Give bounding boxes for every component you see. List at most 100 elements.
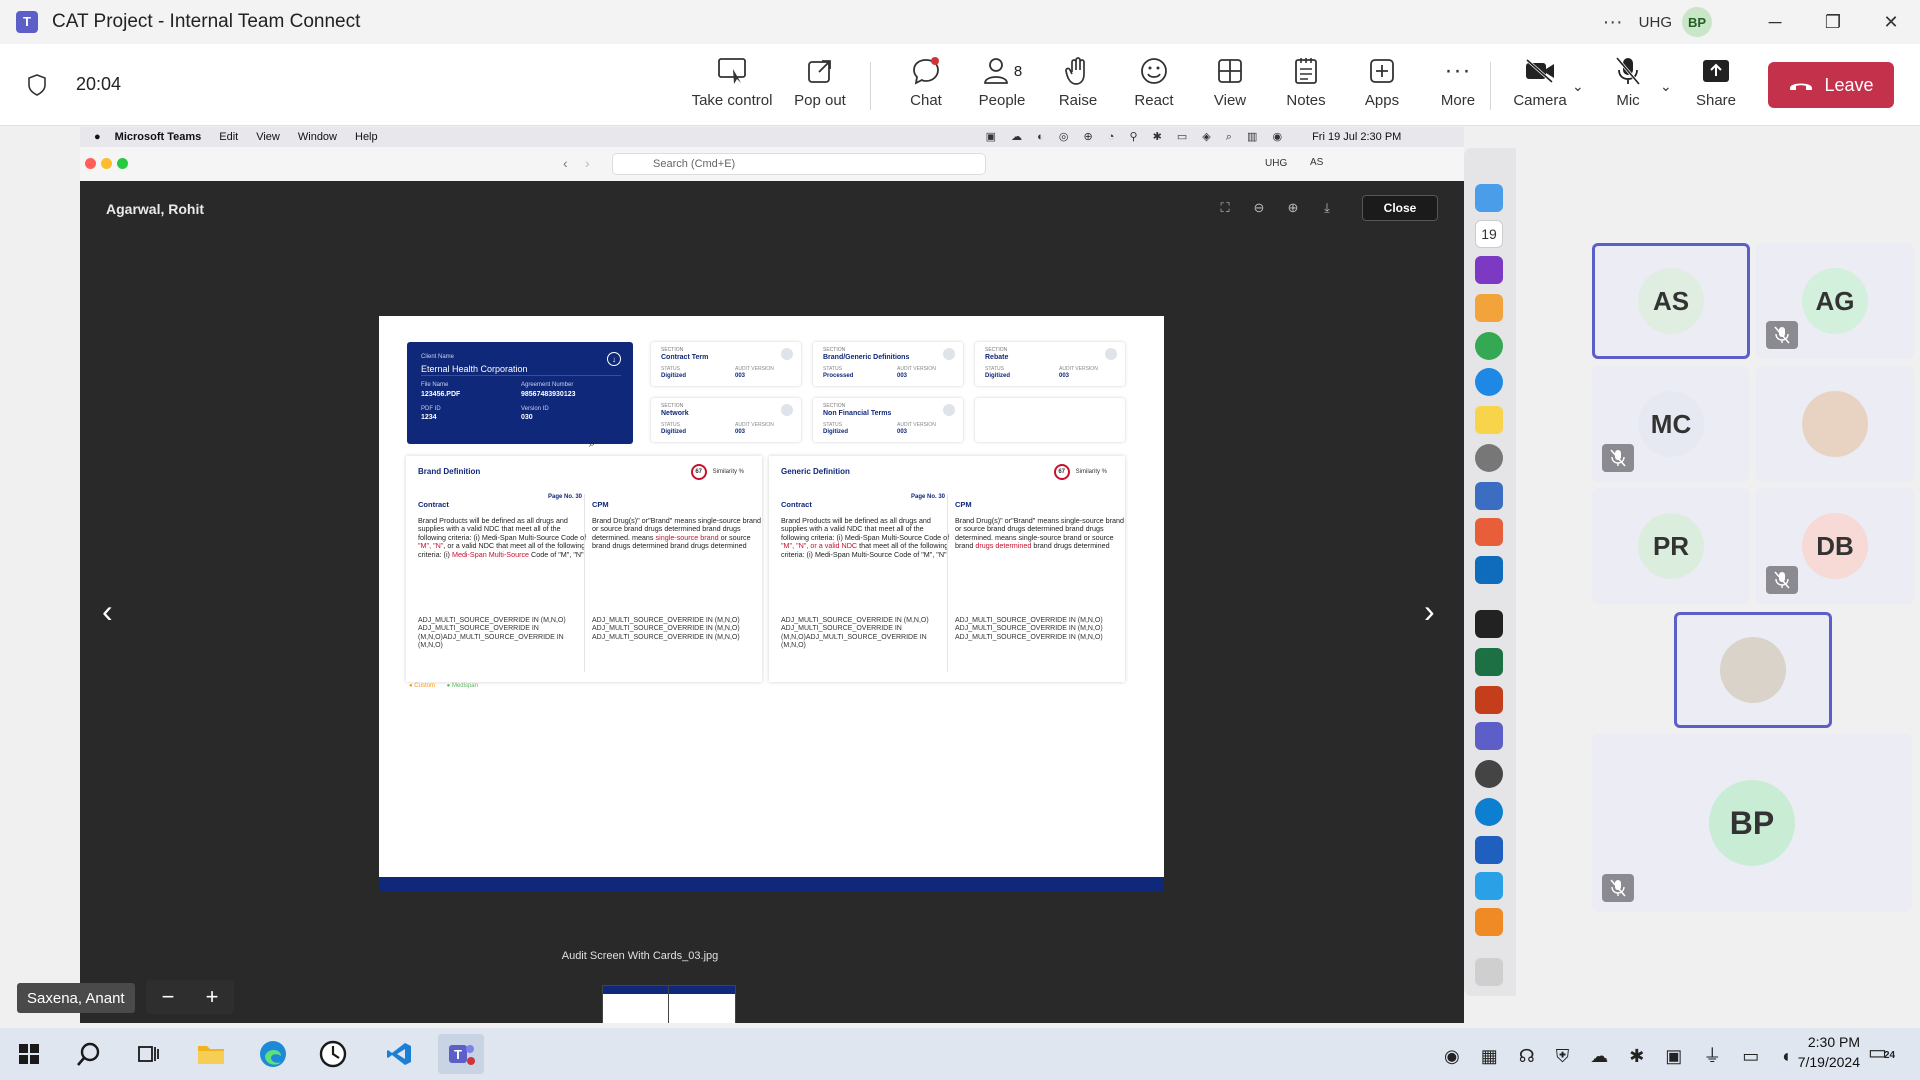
clock-taskbar-icon[interactable]: [310, 1034, 356, 1074]
pop-out-label: Pop out: [794, 92, 846, 109]
pdf-id: 1234: [421, 414, 437, 421]
raise-button[interactable]: Raise: [1042, 54, 1114, 118]
terminal-icon: [1475, 610, 1503, 638]
camera-off-icon: [1524, 54, 1556, 88]
status-label: STATUS: [985, 366, 1004, 372]
windows-start-icon[interactable]: [6, 1034, 52, 1074]
task-view-icon[interactable]: [126, 1034, 172, 1074]
camera-button[interactable]: Camera: [1504, 54, 1576, 118]
zoom-in-icon: ⊕: [1287, 200, 1299, 215]
section-label: SECTION: [823, 347, 846, 353]
presenter-name: Saxena, Anant: [17, 983, 135, 1013]
magnifier-cursor-icon: ⌕: [589, 438, 596, 450]
file-name: 123456.PDF: [421, 391, 461, 398]
meeting-timer: 20:04: [76, 74, 122, 94]
section-title: Non Financial Terms: [823, 410, 892, 417]
pdf-id-label: PDF ID: [421, 406, 441, 412]
cpm-column: CPM Brand Drug(s)" or"Brand" means singl…: [592, 494, 762, 641]
status-label: STATUS: [823, 366, 842, 372]
take-control-button[interactable]: Take control: [686, 54, 778, 118]
status-value: Processed: [823, 373, 854, 379]
cpm-text: Brand Drug(s)" or"Brand" means single-so…: [592, 516, 762, 551]
react-button[interactable]: React: [1118, 54, 1190, 118]
inner-org: UHG: [1265, 158, 1288, 169]
text-run: Code of "M", "N": [529, 549, 584, 559]
mic-muted-icon: [1766, 566, 1798, 594]
notes-label: Notes: [1286, 92, 1326, 109]
participant-tile[interactable]: BP: [1592, 734, 1912, 912]
notes-button[interactable]: Notes: [1270, 54, 1342, 118]
participant-avatar: AS: [1638, 268, 1704, 334]
camera-options-chevron-icon[interactable]: ⌄: [1572, 78, 1584, 95]
mic-muted-icon: [1602, 874, 1634, 902]
chat-button[interactable]: Chat: [890, 54, 962, 118]
mic-button[interactable]: Mic: [1592, 54, 1664, 118]
pop-out-button[interactable]: Pop out: [784, 54, 856, 118]
chat-icon: [911, 54, 941, 88]
participant-tile[interactable]: PR: [1592, 488, 1750, 604]
apps-button[interactable]: Apps: [1346, 54, 1418, 118]
trash-icon: [1475, 958, 1503, 986]
mic-off-icon: [1615, 54, 1641, 88]
contract-column: Contract Page No. 30 Brand Products will…: [781, 494, 951, 649]
participant-tile[interactable]: AS: [1592, 243, 1750, 359]
participant-tile[interactable]: DB: [1756, 488, 1914, 604]
panel-title: Generic Definition: [781, 467, 850, 476]
mic-options-chevron-icon[interactable]: ⌄: [1660, 78, 1672, 95]
more-button[interactable]: ··· More: [1422, 54, 1494, 118]
participant-tile[interactable]: MC: [1592, 366, 1750, 482]
participant-tile[interactable]: [1756, 366, 1914, 482]
similarity-label: Similarity %: [1075, 469, 1107, 475]
participant-tile[interactable]: AG: [1756, 243, 1914, 359]
more-label: More: [1440, 92, 1476, 109]
audit-value: 003: [897, 373, 908, 379]
audit-label: AUDIT VERSION: [897, 366, 936, 372]
people-button[interactable]: 8 People: [966, 54, 1038, 118]
fit-icon: ⛶: [1220, 200, 1230, 215]
mac-menu-item: Window: [297, 131, 337, 143]
audit-label: AUDIT VERSION: [735, 422, 774, 428]
chrome-icon: [1475, 332, 1503, 360]
mac-menu-item: Edit: [219, 131, 239, 143]
text-run: Brand Products will be defined as all dr…: [781, 516, 950, 542]
teams-taskbar-icon[interactable]: T: [438, 1034, 484, 1074]
section-title: Contract Term: [661, 354, 709, 361]
participant-tile[interactable]: [1674, 612, 1832, 728]
minimize-button[interactable]: ─: [1746, 0, 1804, 44]
zoom-out-icon: ⊖: [1253, 200, 1265, 215]
notes-icon: [1294, 54, 1318, 88]
section-label: SECTION: [985, 347, 1008, 353]
participant-avatar: [1802, 391, 1868, 457]
close-window-button[interactable]: ✕: [1862, 0, 1920, 44]
legend-custom: Custom: [414, 683, 435, 689]
clock-time: 2:30 PM: [1807, 1034, 1860, 1050]
view-button[interactable]: View: [1194, 54, 1266, 118]
zoom-in-button[interactable]: +: [206, 984, 219, 1010]
more-options-icon[interactable]: ···: [1603, 11, 1623, 34]
taskbar-clock[interactable]: 2:30 PM 7/19/2024: [1750, 1032, 1860, 1072]
next-image-icon: ›: [1424, 593, 1435, 629]
apple-icon: ●: [94, 131, 101, 143]
user-avatar[interactable]: BP: [1682, 7, 1712, 37]
participant-avatar: AG: [1802, 268, 1868, 334]
similarity-badge: 67 Similarity %: [1053, 464, 1107, 480]
hang-up-icon: [1788, 75, 1814, 96]
edge-taskbar-icon[interactable]: [250, 1034, 296, 1074]
restore-button[interactable]: ❐: [1804, 0, 1862, 44]
onenote-icon: [1475, 256, 1503, 284]
people-icon: [983, 58, 1008, 84]
clock-date: 7/19/2024: [1797, 1054, 1860, 1070]
participant-avatar: MC: [1638, 391, 1704, 457]
zoom-dot: [117, 158, 128, 169]
leave-button[interactable]: Leave: [1768, 62, 1894, 108]
photos-icon: [1475, 518, 1503, 546]
card-divider: [421, 375, 621, 376]
vscode-taskbar-icon[interactable]: [376, 1034, 422, 1074]
zoom-out-button[interactable]: −: [162, 984, 175, 1010]
share-button[interactable]: Share: [1680, 54, 1752, 118]
file-explorer-icon[interactable]: [188, 1034, 234, 1074]
cpm-code: ADJ_MULTI_SOURCE_OVERRIDE IN (M,N,O) ADJ…: [955, 617, 1103, 641]
app-icon: [1475, 908, 1503, 936]
status-label: STATUS: [823, 422, 842, 428]
search-icon[interactable]: [66, 1034, 112, 1074]
